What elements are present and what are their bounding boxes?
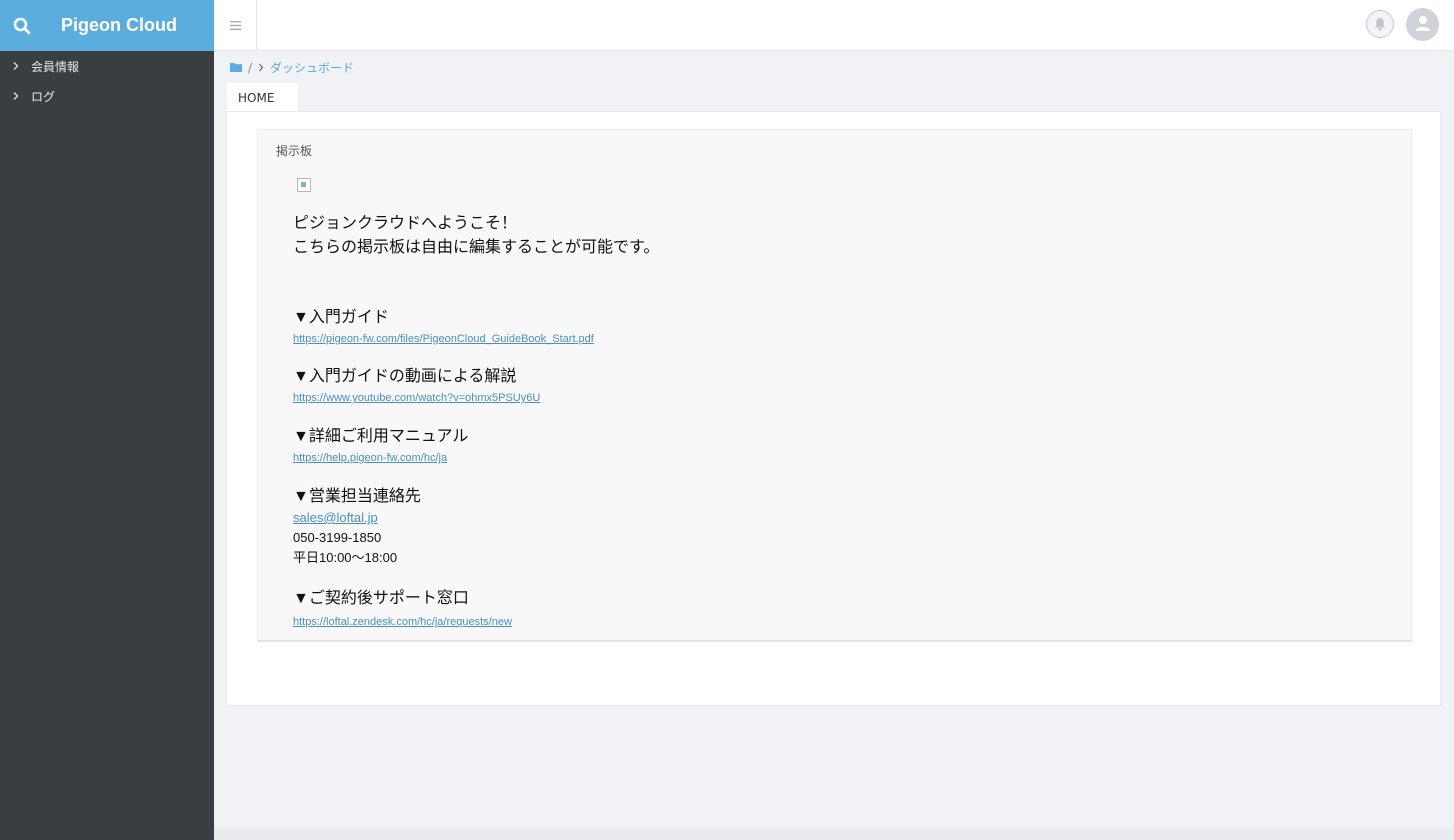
section-heading: ▼入門ガイドの動画による解説 (293, 368, 517, 385)
hamburger-icon[interactable] (214, 0, 257, 50)
bulletin-board: 掲示板 ピジョンクラウドへようこそ！ こちらの掲示板は自由に編集することが可能で… (257, 129, 1412, 642)
support-link[interactable]: https://loftal.zendesk.com/hc/ja/request… (293, 614, 1293, 630)
welcome-line-1: ピジョンクラウドへようこそ！ (293, 215, 518, 232)
app-title[interactable]: Pigeon Cloud (61, 15, 177, 36)
section-heading: ▼ご契約後サポート窓口 (293, 590, 469, 607)
video-link[interactable]: https://www.youtube.com/watch?v=ohmx5PSU… (293, 390, 1293, 406)
sidebar-item-log[interactable]: ログ (0, 81, 214, 111)
breadcrumb: / ダッシュボード (230, 59, 354, 76)
breadcrumb-current[interactable]: ダッシュボード (270, 59, 354, 76)
chevron-right-icon (12, 91, 31, 101)
guide-pdf-link[interactable]: https://pigeon-fw.com/files/PigeonCloud_… (293, 331, 1293, 347)
welcome-line-2: こちらの掲示板は自由に編集することが可能です。 (293, 239, 660, 256)
search-icon[interactable] (0, 17, 44, 35)
section-heading: ▼営業担当連絡先 (293, 488, 421, 505)
user-icon (1414, 14, 1432, 36)
manual-link[interactable]: https://help.pigeon-fw.com/hc/ja (293, 450, 1293, 466)
chevron-right-icon (12, 61, 31, 71)
sidebar-item-label: ログ (31, 89, 56, 104)
section-sales-contact: ▼営業担当連絡先 sales@loftal.jp 050-3199-1850 平… (293, 486, 1293, 568)
tab-home[interactable]: HOME (227, 83, 298, 112)
chevron-right-icon (258, 61, 264, 75)
bell-icon[interactable] (1366, 10, 1394, 38)
board-body: ピジョンクラウドへようこそ！ こちらの掲示板は自由に編集することが可能です。 ▼… (293, 178, 1293, 630)
section-heading: ▼入門ガイド (293, 309, 389, 326)
section-intro-guide: ▼入門ガイド https://pigeon-fw.com/files/Pigeo… (293, 307, 1293, 347)
sales-hours: 平日10:00〜18:00 (293, 550, 398, 565)
section-video-guide: ▼入門ガイドの動画による解説 https://www.youtube.com/w… (293, 366, 1293, 406)
sales-phone: 050-3199-1850 (293, 530, 382, 545)
section-support: ▼ご契約後サポート窓口 https://loftal.zendesk.com/h… (293, 588, 1293, 630)
top-bar (214, 0, 1454, 51)
footer-strip (214, 827, 1454, 840)
user-avatar[interactable] (1406, 8, 1439, 41)
sales-email-link[interactable]: sales@loftal.jp (293, 508, 1293, 528)
content-panel: 掲示板 ピジョンクラウドへようこそ！ こちらの掲示板は自由に編集することが可能で… (226, 111, 1441, 706)
sidebar-item-member-info[interactable]: 会員情報 (0, 51, 214, 81)
section-manual: ▼詳細ご利用マニュアル https://help.pigeon-fw.com/h… (293, 426, 1293, 466)
section-heading: ▼詳細ご利用マニュアル (293, 428, 469, 445)
brand-header: Pigeon Cloud (0, 0, 214, 51)
sidebar: Pigeon Cloud 会員情報 ログ (0, 0, 214, 840)
breadcrumb-separator: / (248, 60, 253, 75)
board-title: 掲示板 (276, 144, 313, 158)
sidebar-item-label: 会員情報 (31, 59, 80, 74)
broken-image-icon (297, 178, 311, 192)
folder-icon[interactable] (230, 61, 242, 75)
